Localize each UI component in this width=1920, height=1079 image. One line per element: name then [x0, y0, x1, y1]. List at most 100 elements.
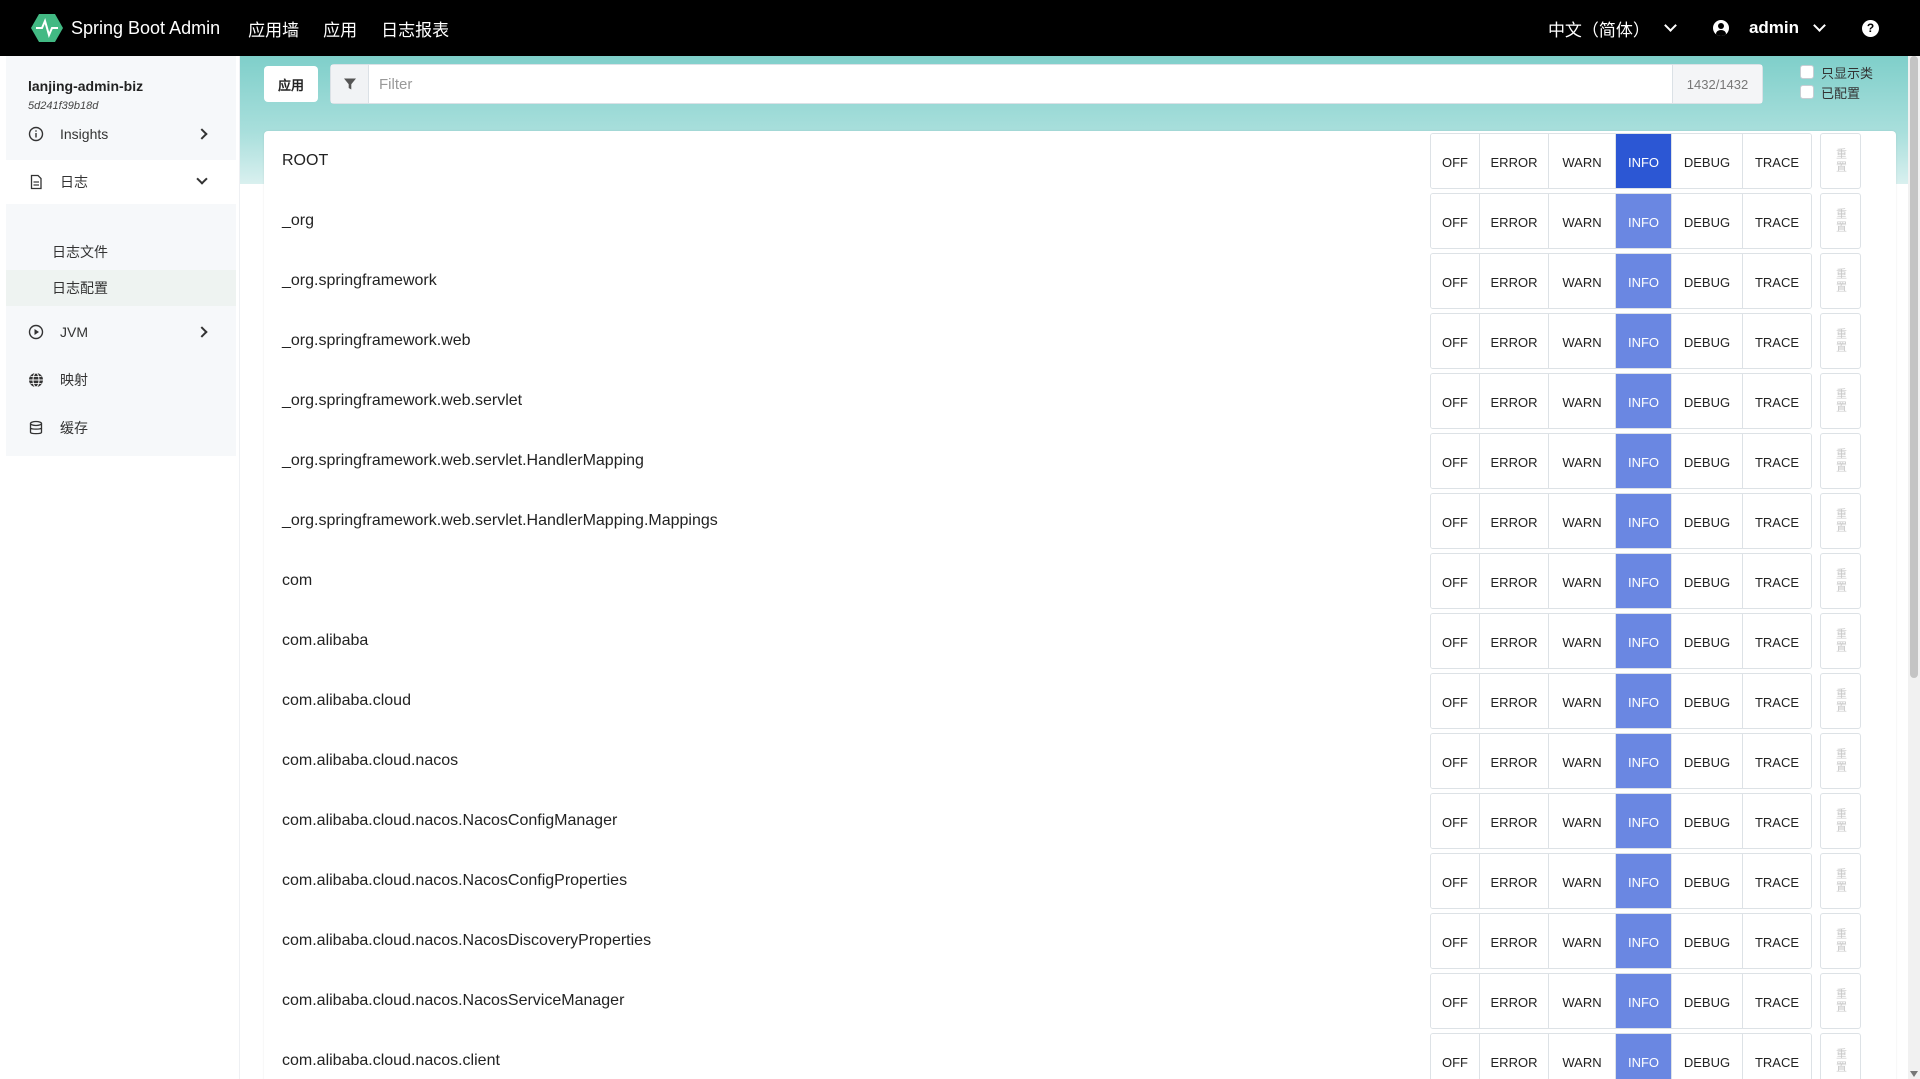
- level-button-trace[interactable]: TRACE: [1743, 614, 1811, 668]
- level-button-trace[interactable]: TRACE: [1743, 434, 1811, 488]
- level-button-info[interactable]: INFO: [1616, 314, 1672, 368]
- level-button-debug[interactable]: DEBUG: [1672, 1034, 1743, 1079]
- level-button-off[interactable]: OFF: [1431, 734, 1480, 788]
- level-button-error[interactable]: ERROR: [1480, 734, 1549, 788]
- configured-checkbox[interactable]: [1800, 85, 1814, 99]
- sidebar-subitem-logfile[interactable]: 日志文件: [6, 234, 236, 270]
- level-button-off[interactable]: OFF: [1431, 974, 1480, 1028]
- level-button-off[interactable]: OFF: [1431, 314, 1480, 368]
- level-button-warn[interactable]: WARN: [1549, 614, 1616, 668]
- level-button-error[interactable]: ERROR: [1480, 1034, 1549, 1079]
- level-button-debug[interactable]: DEBUG: [1672, 434, 1743, 488]
- sidebar-item-insights[interactable]: Insights: [6, 112, 236, 156]
- level-button-debug[interactable]: DEBUG: [1672, 914, 1743, 968]
- level-button-error[interactable]: ERROR: [1480, 794, 1549, 848]
- level-button-error[interactable]: ERROR: [1480, 134, 1549, 188]
- level-button-warn[interactable]: WARN: [1549, 194, 1616, 248]
- level-button-trace[interactable]: TRACE: [1743, 974, 1811, 1028]
- level-button-debug[interactable]: DEBUG: [1672, 134, 1743, 188]
- level-button-info[interactable]: INFO: [1616, 194, 1672, 248]
- level-button-debug[interactable]: DEBUG: [1672, 794, 1743, 848]
- level-button-error[interactable]: ERROR: [1480, 614, 1549, 668]
- level-button-debug[interactable]: DEBUG: [1672, 854, 1743, 908]
- level-button-info[interactable]: INFO: [1616, 734, 1672, 788]
- reset-button[interactable]: 重置: [1820, 1033, 1861, 1079]
- level-button-warn[interactable]: WARN: [1549, 134, 1616, 188]
- nav-item-applications[interactable]: 应用: [323, 16, 357, 41]
- sidebar-item-caches[interactable]: 缓存: [6, 406, 236, 450]
- level-button-off[interactable]: OFF: [1431, 914, 1480, 968]
- help-icon[interactable]: ?: [1862, 19, 1879, 37]
- level-button-warn[interactable]: WARN: [1549, 1034, 1616, 1079]
- level-button-off[interactable]: OFF: [1431, 794, 1480, 848]
- level-button-error[interactable]: ERROR: [1480, 974, 1549, 1028]
- level-button-info[interactable]: INFO: [1616, 434, 1672, 488]
- level-button-warn[interactable]: WARN: [1549, 494, 1616, 548]
- reset-button[interactable]: 重置: [1820, 493, 1861, 549]
- sidebar-item-logging[interactable]: 日志: [6, 160, 236, 204]
- level-button-off[interactable]: OFF: [1431, 554, 1480, 608]
- configured-option[interactable]: 已配置: [1800, 82, 1873, 102]
- reset-button[interactable]: 重置: [1820, 133, 1861, 189]
- level-button-trace[interactable]: TRACE: [1743, 734, 1811, 788]
- level-button-trace[interactable]: TRACE: [1743, 554, 1811, 608]
- reset-button[interactable]: 重置: [1820, 553, 1861, 609]
- reset-button[interactable]: 重置: [1820, 733, 1861, 789]
- level-button-warn[interactable]: WARN: [1549, 374, 1616, 428]
- level-button-trace[interactable]: TRACE: [1743, 254, 1811, 308]
- level-button-trace[interactable]: TRACE: [1743, 194, 1811, 248]
- reset-button[interactable]: 重置: [1820, 853, 1861, 909]
- level-button-info[interactable]: INFO: [1616, 374, 1672, 428]
- level-button-error[interactable]: ERROR: [1480, 854, 1549, 908]
- level-button-warn[interactable]: WARN: [1549, 854, 1616, 908]
- scrollbar-thumb[interactable]: [1910, 56, 1918, 678]
- level-button-error[interactable]: ERROR: [1480, 914, 1549, 968]
- level-button-info[interactable]: INFO: [1616, 554, 1672, 608]
- level-button-warn[interactable]: WARN: [1549, 914, 1616, 968]
- level-button-off[interactable]: OFF: [1431, 674, 1480, 728]
- level-button-info[interactable]: INFO: [1616, 674, 1672, 728]
- level-button-warn[interactable]: WARN: [1549, 794, 1616, 848]
- level-button-info[interactable]: INFO: [1616, 914, 1672, 968]
- reset-button[interactable]: 重置: [1820, 433, 1861, 489]
- level-button-warn[interactable]: WARN: [1549, 314, 1616, 368]
- level-button-trace[interactable]: TRACE: [1743, 134, 1811, 188]
- level-button-debug[interactable]: DEBUG: [1672, 194, 1743, 248]
- classes-only-checkbox[interactable]: [1800, 65, 1814, 79]
- level-button-info[interactable]: INFO: [1616, 134, 1672, 188]
- level-button-debug[interactable]: DEBUG: [1672, 314, 1743, 368]
- level-button-info[interactable]: INFO: [1616, 794, 1672, 848]
- nav-item-log-report[interactable]: 日志报表: [381, 16, 449, 41]
- level-button-off[interactable]: OFF: [1431, 434, 1480, 488]
- level-button-warn[interactable]: WARN: [1549, 254, 1616, 308]
- level-button-off[interactable]: OFF: [1431, 1034, 1480, 1079]
- reset-button[interactable]: 重置: [1820, 313, 1861, 369]
- level-button-warn[interactable]: WARN: [1549, 554, 1616, 608]
- level-button-debug[interactable]: DEBUG: [1672, 674, 1743, 728]
- level-button-warn[interactable]: WARN: [1549, 734, 1616, 788]
- brand[interactable]: Spring Boot Admin: [31, 12, 220, 44]
- level-button-info[interactable]: INFO: [1616, 494, 1672, 548]
- level-button-off[interactable]: OFF: [1431, 854, 1480, 908]
- reset-button[interactable]: 重置: [1820, 793, 1861, 849]
- level-button-error[interactable]: ERROR: [1480, 314, 1549, 368]
- level-button-info[interactable]: INFO: [1616, 974, 1672, 1028]
- classes-only-option[interactable]: 只显示类: [1800, 62, 1873, 82]
- reset-button[interactable]: 重置: [1820, 613, 1861, 669]
- level-button-trace[interactable]: TRACE: [1743, 1034, 1811, 1079]
- reset-button[interactable]: 重置: [1820, 193, 1861, 249]
- page-scrollbar[interactable]: [1908, 56, 1920, 1079]
- level-button-trace[interactable]: TRACE: [1743, 374, 1811, 428]
- level-button-error[interactable]: ERROR: [1480, 674, 1549, 728]
- level-button-error[interactable]: ERROR: [1480, 494, 1549, 548]
- level-button-off[interactable]: OFF: [1431, 194, 1480, 248]
- level-button-trace[interactable]: TRACE: [1743, 674, 1811, 728]
- level-button-debug[interactable]: DEBUG: [1672, 254, 1743, 308]
- level-button-debug[interactable]: DEBUG: [1672, 374, 1743, 428]
- level-button-off[interactable]: OFF: [1431, 374, 1480, 428]
- level-button-info[interactable]: INFO: [1616, 854, 1672, 908]
- level-button-warn[interactable]: WARN: [1549, 674, 1616, 728]
- sidebar-item-jvm[interactable]: JVM: [6, 310, 236, 354]
- level-button-off[interactable]: OFF: [1431, 494, 1480, 548]
- level-button-error[interactable]: ERROR: [1480, 434, 1549, 488]
